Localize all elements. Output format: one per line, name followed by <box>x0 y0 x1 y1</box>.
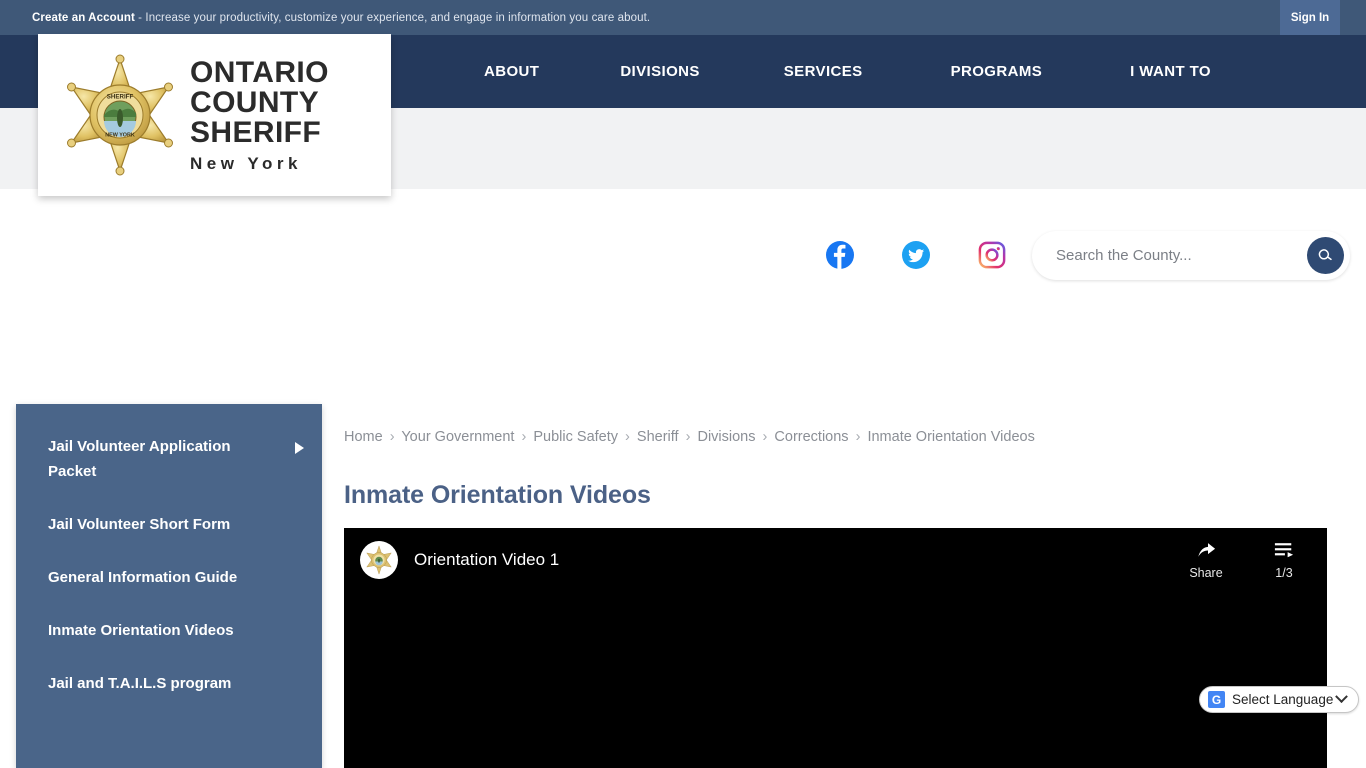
share-label: Share <box>1189 566 1223 580</box>
breadcrumb-item-divisions[interactable]: Divisions <box>697 429 755 445</box>
breadcrumb-separator: › <box>685 429 691 445</box>
breadcrumb-item-current: Inmate Orientation Videos <box>867 429 1035 445</box>
sidebar-item-label: Inmate Orientation Videos <box>48 622 234 639</box>
logo-line-4: New York <box>190 154 302 173</box>
breadcrumb-separator: › <box>855 429 861 445</box>
logo-wordmark: ONTARIO COUNTY SHERIFF New York <box>190 56 329 173</box>
select-language-label: Select Language <box>1232 692 1334 707</box>
sidebar-item-label: Jail Volunteer Short Form <box>48 516 231 533</box>
search-icon <box>1318 249 1332 261</box>
account-banner: Create an Account - Increase your produc… <box>0 0 1366 35</box>
sidebar-item-inmate-orientation-videos[interactable]: Inmate Orientation Videos <box>16 604 322 657</box>
account-banner-text: Create an Account - Increase your produc… <box>32 12 650 24</box>
sidebar-item-jail-volunteer-application-packet[interactable]: Jail Volunteer Application Packet <box>16 420 322 498</box>
account-banner-tagline: - Increase your productivity, customize … <box>134 11 651 24</box>
facebook-icon[interactable] <box>826 241 854 269</box>
breadcrumb: Home › Your Government › Public Safety ›… <box>344 429 1035 445</box>
breadcrumb-item-public-safety[interactable]: Public Safety <box>533 429 618 445</box>
svg-text:NEW YORK: NEW YORK <box>105 133 135 139</box>
nav-item-i-want-to[interactable]: I WANT TO <box>1130 63 1211 80</box>
breadcrumb-item-corrections[interactable]: Corrections <box>774 429 848 445</box>
nav-item-services[interactable]: SERVICES <box>784 63 863 80</box>
playlist-button[interactable]: 1/3 <box>1263 538 1305 580</box>
nav-item-programs[interactable]: PROGRAMS <box>951 63 1043 80</box>
playlist-icon <box>1273 538 1295 562</box>
chevron-right-icon[interactable] <box>295 442 304 454</box>
section-sidebar: Jail Volunteer Application Packet Jail V… <box>16 404 322 768</box>
breadcrumb-separator: › <box>521 429 527 445</box>
search-input[interactable] <box>1056 240 1271 271</box>
svg-text:SHERIFF: SHERIFF <box>107 94 134 101</box>
breadcrumb-separator: › <box>389 429 395 445</box>
nav-items: ABOUT DIVISIONS SERVICES PROGRAMS I WANT… <box>400 35 1366 108</box>
sheriff-star-badge-icon: SHERIFF NEW YORK <box>60 53 180 177</box>
logo-line-1: ONTARIO <box>190 56 329 89</box>
instagram-icon[interactable] <box>978 241 1006 269</box>
page-title: Inmate Orientation Videos <box>344 481 651 509</box>
google-translate-icon: G <box>1208 691 1225 708</box>
breadcrumb-item-home[interactable]: Home <box>344 429 383 445</box>
video-player[interactable]: Orientation Video 1 Share 1/3 <box>344 528 1327 768</box>
logo-line-3: SHERIFF <box>190 116 322 149</box>
sidebar-item-general-information-guide[interactable]: General Information Guide <box>16 551 322 604</box>
breadcrumb-separator: › <box>762 429 768 445</box>
share-icon <box>1195 538 1217 562</box>
google-translate-widget[interactable]: G Select Language <box>1199 686 1359 713</box>
search-button[interactable] <box>1307 237 1344 274</box>
chevron-down-icon[interactable] <box>1335 690 1348 704</box>
sidebar-item-jail-volunteer-short-form[interactable]: Jail Volunteer Short Form <box>16 498 322 551</box>
video-title[interactable]: Orientation Video 1 <box>414 550 559 570</box>
video-player-header: Orientation Video 1 Share 1/3 <box>344 528 1327 592</box>
create-account-link[interactable]: Create an Account <box>32 12 135 24</box>
sidebar-item-label: Jail and T.A.I.L.S program <box>48 675 232 692</box>
twitter-icon[interactable] <box>902 241 930 269</box>
nav-item-divisions[interactable]: DIVISIONS <box>620 63 699 80</box>
sidebar-item-label: Jail Volunteer Application Packet <box>48 438 231 480</box>
channel-avatar[interactable] <box>360 541 398 579</box>
social-links <box>826 241 1006 269</box>
site-logo[interactable]: SHERIFF NEW YORK ONTARIO COUNTY SHERIFF … <box>38 34 391 196</box>
playlist-count: 1/3 <box>1275 566 1293 580</box>
sidebar-item-jail-and-tails-program[interactable]: Jail and T.A.I.L.S program <box>16 657 322 710</box>
breadcrumb-separator: › <box>625 429 630 445</box>
sidebar-item-label: General Information Guide <box>48 569 238 586</box>
video-actions: Share 1/3 <box>1185 538 1305 580</box>
breadcrumb-item-sheriff[interactable]: Sheriff <box>637 429 679 445</box>
breadcrumb-item-your-government[interactable]: Your Government <box>401 429 514 445</box>
sign-in-button[interactable]: Sign In <box>1280 0 1340 35</box>
logo-line-2: COUNTY <box>190 86 320 119</box>
nav-item-about[interactable]: ABOUT <box>484 63 539 80</box>
share-button[interactable]: Share <box>1185 538 1227 580</box>
search-bar <box>1032 231 1350 280</box>
